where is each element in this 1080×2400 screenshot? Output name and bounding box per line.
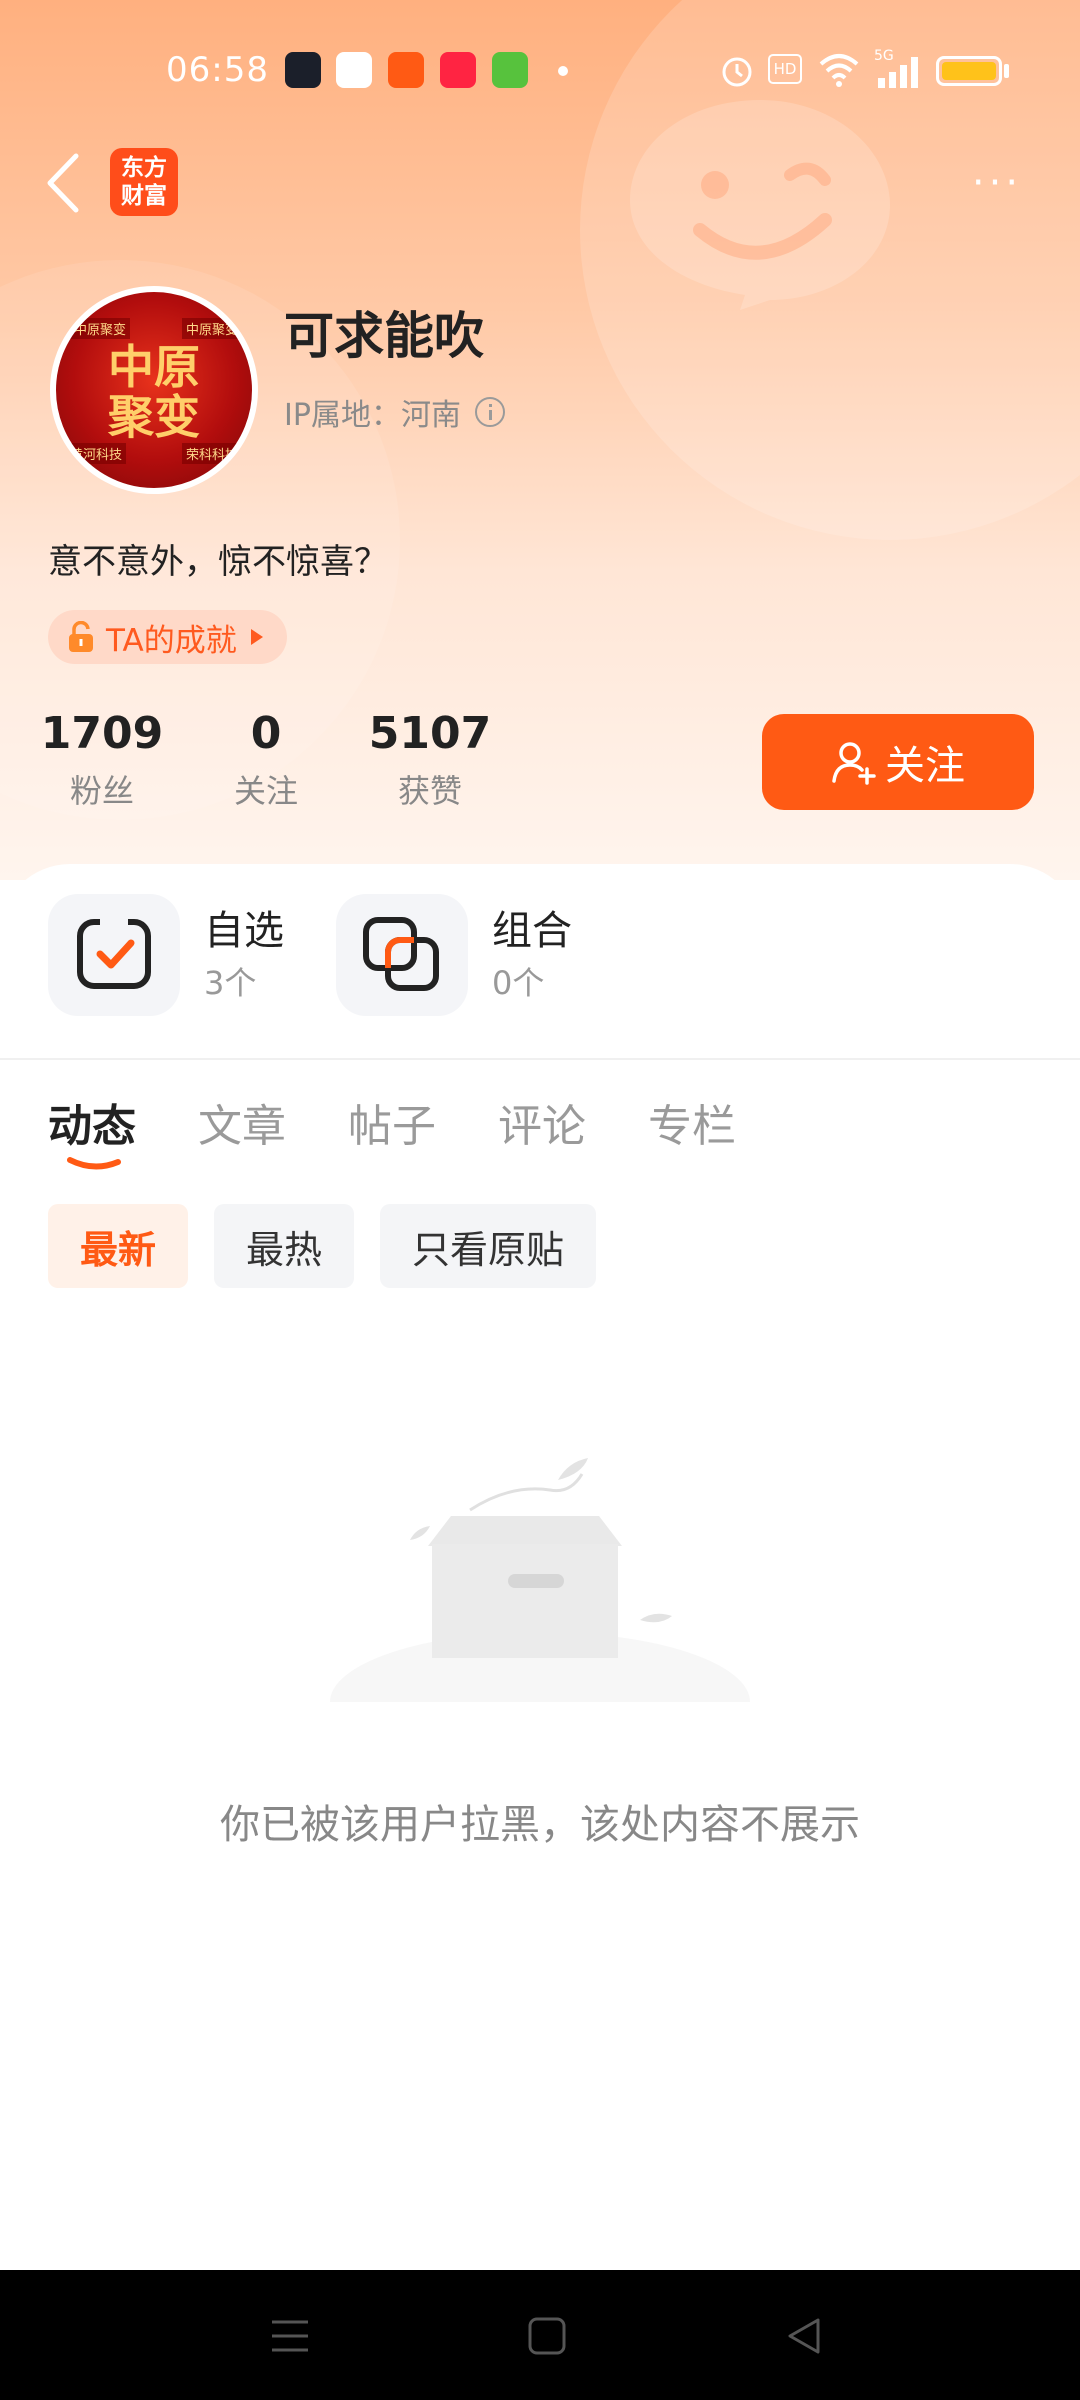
battery-icon — [936, 56, 1002, 86]
stat-value: 5107 — [368, 708, 492, 759]
avatar-text-line2: 聚变 — [108, 390, 200, 444]
home-icon[interactable] — [525, 2314, 569, 2358]
achievement-button[interactable]: TA的成就 — [48, 610, 287, 664]
tab-dynamics[interactable]: 动态 — [48, 1090, 136, 1170]
back-button[interactable] — [40, 150, 90, 216]
xiaohongshu-app-icon — [440, 52, 476, 88]
stat-following[interactable]: 0 关注 — [196, 706, 336, 812]
tab-posts[interactable]: 帖子 — [348, 1090, 436, 1154]
grid-app-icon — [492, 52, 528, 88]
wifi-icon — [819, 54, 859, 87]
logo-text-line2: 财富 — [121, 183, 167, 209]
portfolio-icon — [336, 894, 468, 1016]
avatar-tag: 荣科科技 — [181, 443, 242, 464]
chevron-right-icon — [250, 629, 263, 645]
asset-count: 0个 — [492, 964, 545, 1002]
filter-chips: 最新 最热 只看原贴 — [48, 1204, 622, 1288]
menu-icon[interactable] — [268, 2314, 312, 2358]
asset-count: 3个 — [204, 964, 257, 1002]
avatar-tag: 黄河科技 — [66, 443, 127, 464]
stat-likes[interactable]: 5107 获赞 — [360, 706, 500, 812]
stat-label: 关注 — [233, 772, 298, 810]
content-card: 自选 3个 组合 0个 动态 文章 帖子 评论 专栏 最新 最热 只看原贴 你已… — [0, 864, 1080, 2270]
ip-location-row[interactable]: IP属地：河南 — [284, 390, 505, 434]
stat-label: 粉丝 — [69, 772, 134, 810]
alarm-icon — [722, 57, 752, 87]
divider — [0, 1058, 1080, 1060]
lock-open-icon — [69, 621, 93, 652]
battery-level — [942, 62, 996, 80]
avatar[interactable]: 中原聚变 中原聚变 中原 聚变 黄河科技 荣科科技 — [50, 286, 258, 494]
checkbox-icon — [48, 894, 180, 1016]
stat-value: 1709 — [40, 708, 164, 759]
stat-fans[interactable]: 1709 粉丝 — [32, 706, 172, 812]
clock-app-icon — [285, 52, 321, 88]
achievement-label: TA的成就 — [106, 622, 237, 659]
empty-state-message: 你已被该用户拉黑，该处内容不展示 — [220, 1802, 860, 1848]
battery-cap — [1004, 64, 1009, 78]
asset-title: 组合 — [492, 908, 572, 954]
filter-latest[interactable]: 最新 — [48, 1204, 189, 1288]
send-app-icon — [388, 52, 424, 88]
stat-value: 0 — [250, 708, 282, 759]
tab-columns[interactable]: 专栏 — [648, 1090, 736, 1154]
follow-button[interactable]: 关注 — [762, 714, 1034, 810]
tab-comments[interactable]: 评论 — [498, 1090, 586, 1154]
more-options-button[interactable]: ··· — [962, 160, 1032, 206]
asset-title: 自选 — [204, 908, 284, 954]
status-bar: 06:58 HD 5G — [0, 40, 1080, 104]
avatar-text-line1: 中原 — [108, 340, 200, 394]
follow-button-label: 关注 — [885, 743, 965, 789]
tab-label: 动态 — [48, 1101, 136, 1152]
smile-bubble-decor-icon — [630, 100, 890, 310]
signal-icon — [878, 57, 918, 88]
filter-hottest[interactable]: 最热 — [214, 1204, 355, 1288]
active-tab-indicator — [67, 1157, 121, 1170]
tab-articles[interactable]: 文章 — [198, 1090, 286, 1154]
filter-original-only[interactable]: 只看原贴 — [380, 1204, 597, 1288]
notification-dot — [558, 66, 568, 76]
user-bio: 意不意外，惊不惊喜？ — [48, 542, 388, 582]
status-time: 06:58 — [166, 50, 269, 90]
empty-box-illustration — [320, 1458, 760, 1724]
app-logo[interactable]: 东方 财富 — [110, 148, 178, 216]
info-icon[interactable] — [474, 397, 505, 427]
hd-badge: HD — [768, 54, 802, 84]
video-app-icon — [336, 52, 372, 88]
add-user-icon — [832, 742, 876, 785]
stat-label: 获赞 — [397, 772, 462, 810]
system-nav-bar — [0, 2270, 1080, 2400]
username: 可求能吹 — [284, 307, 484, 365]
avatar-tag: 中原聚变 — [181, 318, 242, 339]
content-tabs: 动态 文章 帖子 评论 专栏 — [48, 1090, 798, 1170]
back-nav-icon[interactable] — [782, 2314, 826, 2358]
logo-text-line1: 东方 — [121, 155, 167, 181]
ip-location-text: IP属地：河南 — [284, 398, 461, 433]
avatar-tag: 中原聚变 — [70, 318, 131, 339]
